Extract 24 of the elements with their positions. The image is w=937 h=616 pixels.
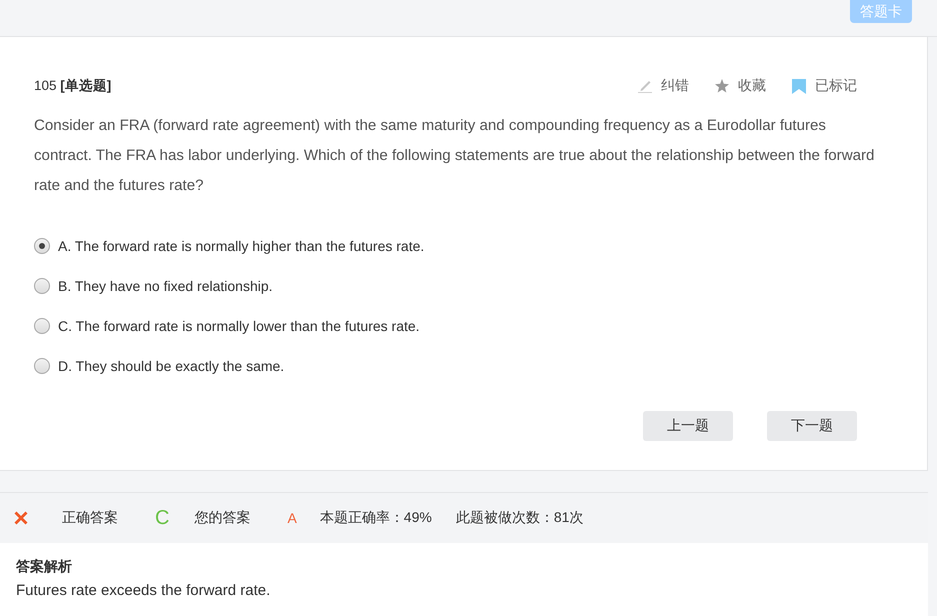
accuracy-text: 本题正确率：49% [320, 509, 432, 527]
correct-answer: C [155, 506, 170, 530]
analysis-title: 答案解析 [16, 557, 73, 575]
pencil-icon [638, 79, 652, 93]
favorite-button[interactable]: 收藏 [715, 77, 766, 95]
radio-button[interactable] [34, 318, 50, 334]
report-error-button[interactable]: 纠错 [638, 77, 689, 95]
radio-button[interactable] [34, 278, 50, 294]
next-button[interactable]: 下一题 [767, 411, 857, 441]
radio-button[interactable] [34, 358, 50, 374]
question-text: Consider an FRA (forward rate agreement) with the same maturity and compounding frequency as a Eurodollar futures contract. The FRA has labor underlying. Which of the following statements are true about the relationship between the forward rate and the futures rate? [34, 116, 876, 196]
correct-answer-label: 正确答案 [62, 509, 118, 527]
your-answer: A [287, 510, 297, 526]
bookmark-button[interactable]: 已标记 [792, 77, 857, 95]
option-text[interactable]: A. The forward rate is normally higher than the futures rate. [58, 238, 424, 254]
option-text[interactable]: B. They have no fixed relationship. [58, 278, 273, 294]
previous-button[interactable]: 上一题 [643, 411, 733, 441]
option-text[interactable]: C. The forward rate is normally lower than the futures rate. [58, 318, 420, 334]
your-answer-label: 您的答案 [194, 509, 250, 527]
question-number: 105 [单选题] [34, 77, 112, 95]
radio-button[interactable] [34, 238, 50, 254]
attempts-text: 此题被做次数：81次 [456, 509, 584, 527]
option-text[interactable]: D. They should be exactly the same. [58, 358, 284, 374]
analysis-text: Futures rate exceeds the forward rate. [16, 581, 272, 601]
